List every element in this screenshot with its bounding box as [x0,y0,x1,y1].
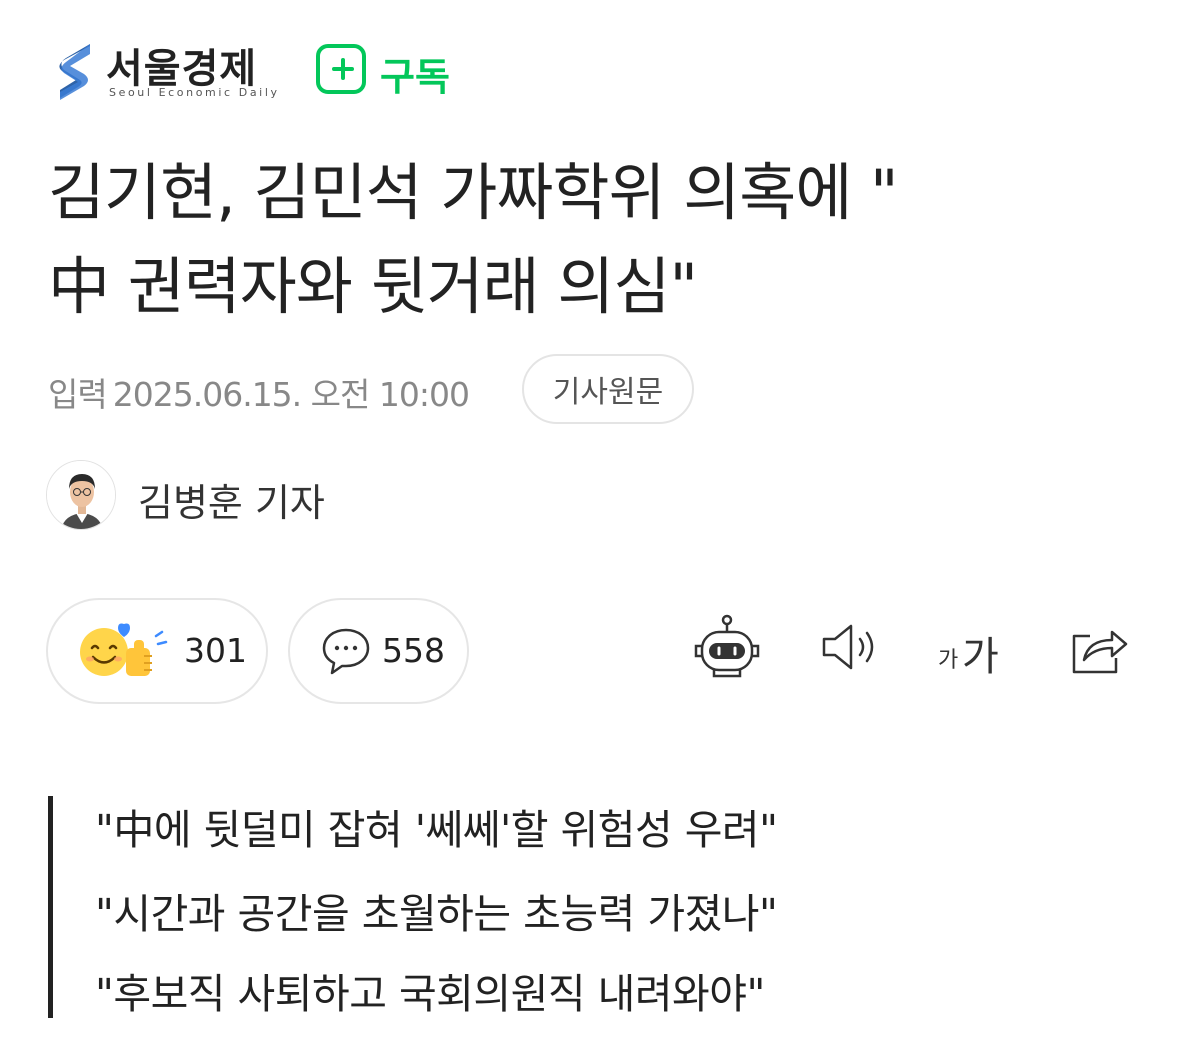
font-size-small-icon: 가 [938,648,959,673]
publish-date-label: 입력 [48,375,108,414]
comment-bubble-icon [322,628,370,675]
seoul-economic-logo[interactable]: 서울경제 Seoul Economic Daily [52,34,292,106]
plus-icon [316,44,366,94]
robot-icon [694,614,760,678]
ai-summary-button[interactable] [692,612,762,682]
reporter-avatar [46,460,116,530]
like-button[interactable]: 301 [46,598,268,704]
reporter-name: 김병훈 기자 [138,481,325,525]
subheading-1: "中에 뒷덜미 잡혀 '쎄쎄'할 위험성 우려" [95,806,778,854]
comment-button[interactable]: 558 [288,598,469,704]
article-title-line2: 中 권력자와 뒷거래 의심" [48,250,698,323]
font-size-button[interactable]: 가 가 [938,612,1008,682]
publish-date-value: 2025.06.15. 오전 10:00 [112,375,470,414]
share-icon [1072,630,1128,674]
font-size-large-icon: 가 [962,634,999,680]
subheading-3: "후보직 사퇴하고 국회의원직 내려와야" [95,970,765,1018]
logo-subtitle: Seoul Economic Daily [109,86,280,99]
header: 서울경제 Seoul Economic Daily 구독 [52,34,652,106]
smiley-thumbs-up-icon [80,623,168,676]
speaker-icon [822,624,874,670]
text-to-speech-button[interactable] [816,612,886,682]
subscribe-button[interactable]: 구독 [316,44,516,100]
like-count: 301 [184,631,247,670]
original-article-button[interactable]: 기사원문 [522,354,694,424]
article-subheadings: "中에 뒷덜미 잡혀 '쎄쎄'할 위험성 우려" "시간과 공간을 초월하는 초… [48,796,1053,1018]
subheading-2: "시간과 공간을 초월하는 초능력 가졌나" [95,890,778,938]
reporter[interactable]: 김병훈 기자 [46,460,546,532]
article-title-line1: 김기현, 김민석 가짜학위 의혹에 " [48,156,899,229]
publish-date: 입력 2025.06.15. 오전 10:00 [48,368,470,416]
comment-count: 558 [382,631,445,670]
share-button[interactable] [1066,612,1136,682]
subscribe-label: 구독 [380,55,450,99]
article-meta: 입력 2025.06.15. 오전 10:00 기사원문 [48,354,748,426]
seoul-economic-s-logo-icon [59,44,90,100]
article-title: 김기현, 김민석 가짜학위 의혹에 " 中 권력자와 뒷거래 의심" [48,146,1138,334]
